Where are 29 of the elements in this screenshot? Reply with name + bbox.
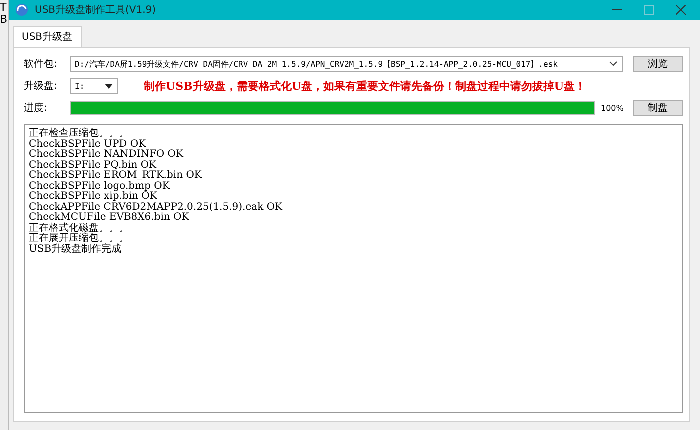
log-line: CheckBSPFile xip.bin OK: [29, 192, 158, 202]
field-label: 升级盘:: [24, 80, 58, 93]
log-line: 正在展开压缩包。。。: [29, 234, 129, 244]
tab[interactable]: USB升级盘: [13, 26, 82, 47]
field-label: 软件包:: [24, 58, 58, 71]
warning-text: 制作USB升级盘，需要格式化U盘，如果有重要文件请先备份！制盘过程中请勿拔掉U盘！: [144, 78, 586, 94]
log-line: CheckAPPFile CRV6D2MAPP2.0.25(1.5.9).eak OK: [29, 202, 283, 212]
caret-icon: [105, 84, 113, 88]
log-line: CheckBSPFile PQ.bin OK: [29, 160, 157, 170]
log-line: CheckBSPFile NANDINFO OK: [29, 150, 184, 160]
log-line: CheckBSPFile EROM_RTK.bin OK: [29, 171, 202, 181]
progress-reading: 100%: [601, 104, 623, 112]
app-icon: [15, 3, 29, 17]
desktop-text: T: [0, 2, 8, 14]
browse-button[interactable]: 浏览: [633, 56, 683, 72]
log-line: 正在检查压缩包。。。: [29, 129, 129, 139]
window-title: USB升级盘制作工具(V1.9): [35, 4, 156, 17]
desktop-text: B: [0, 14, 8, 26]
drive-dropdown[interactable]: I:: [70, 78, 118, 94]
field-label: 进度:: [24, 102, 48, 115]
close-icon[interactable]: [676, 5, 686, 15]
log-line: 正在格式化磁盘。。。: [29, 224, 129, 234]
log-line: CheckMCUFile EVB8X6.bin OK: [29, 213, 190, 223]
make-disk-button[interactable]: 制盘: [633, 100, 683, 116]
log-line: CheckBSPFile UPD OK: [29, 140, 146, 150]
package-dropdown[interactable]: D:/汽车/DA屏1.59升级文件/CRV DA固件/CRV DA 2M 1.5.9/APN_CRV2M_1.5.9【BSP_1.2.14-APP_2.0.25-MCU_017】.esk: [70, 56, 623, 72]
log-line: USB升级盘制作完成: [29, 244, 122, 255]
chevron-icon: [609, 61, 618, 67]
log-line: CheckBSPFile logo.bmp OK: [29, 182, 170, 192]
